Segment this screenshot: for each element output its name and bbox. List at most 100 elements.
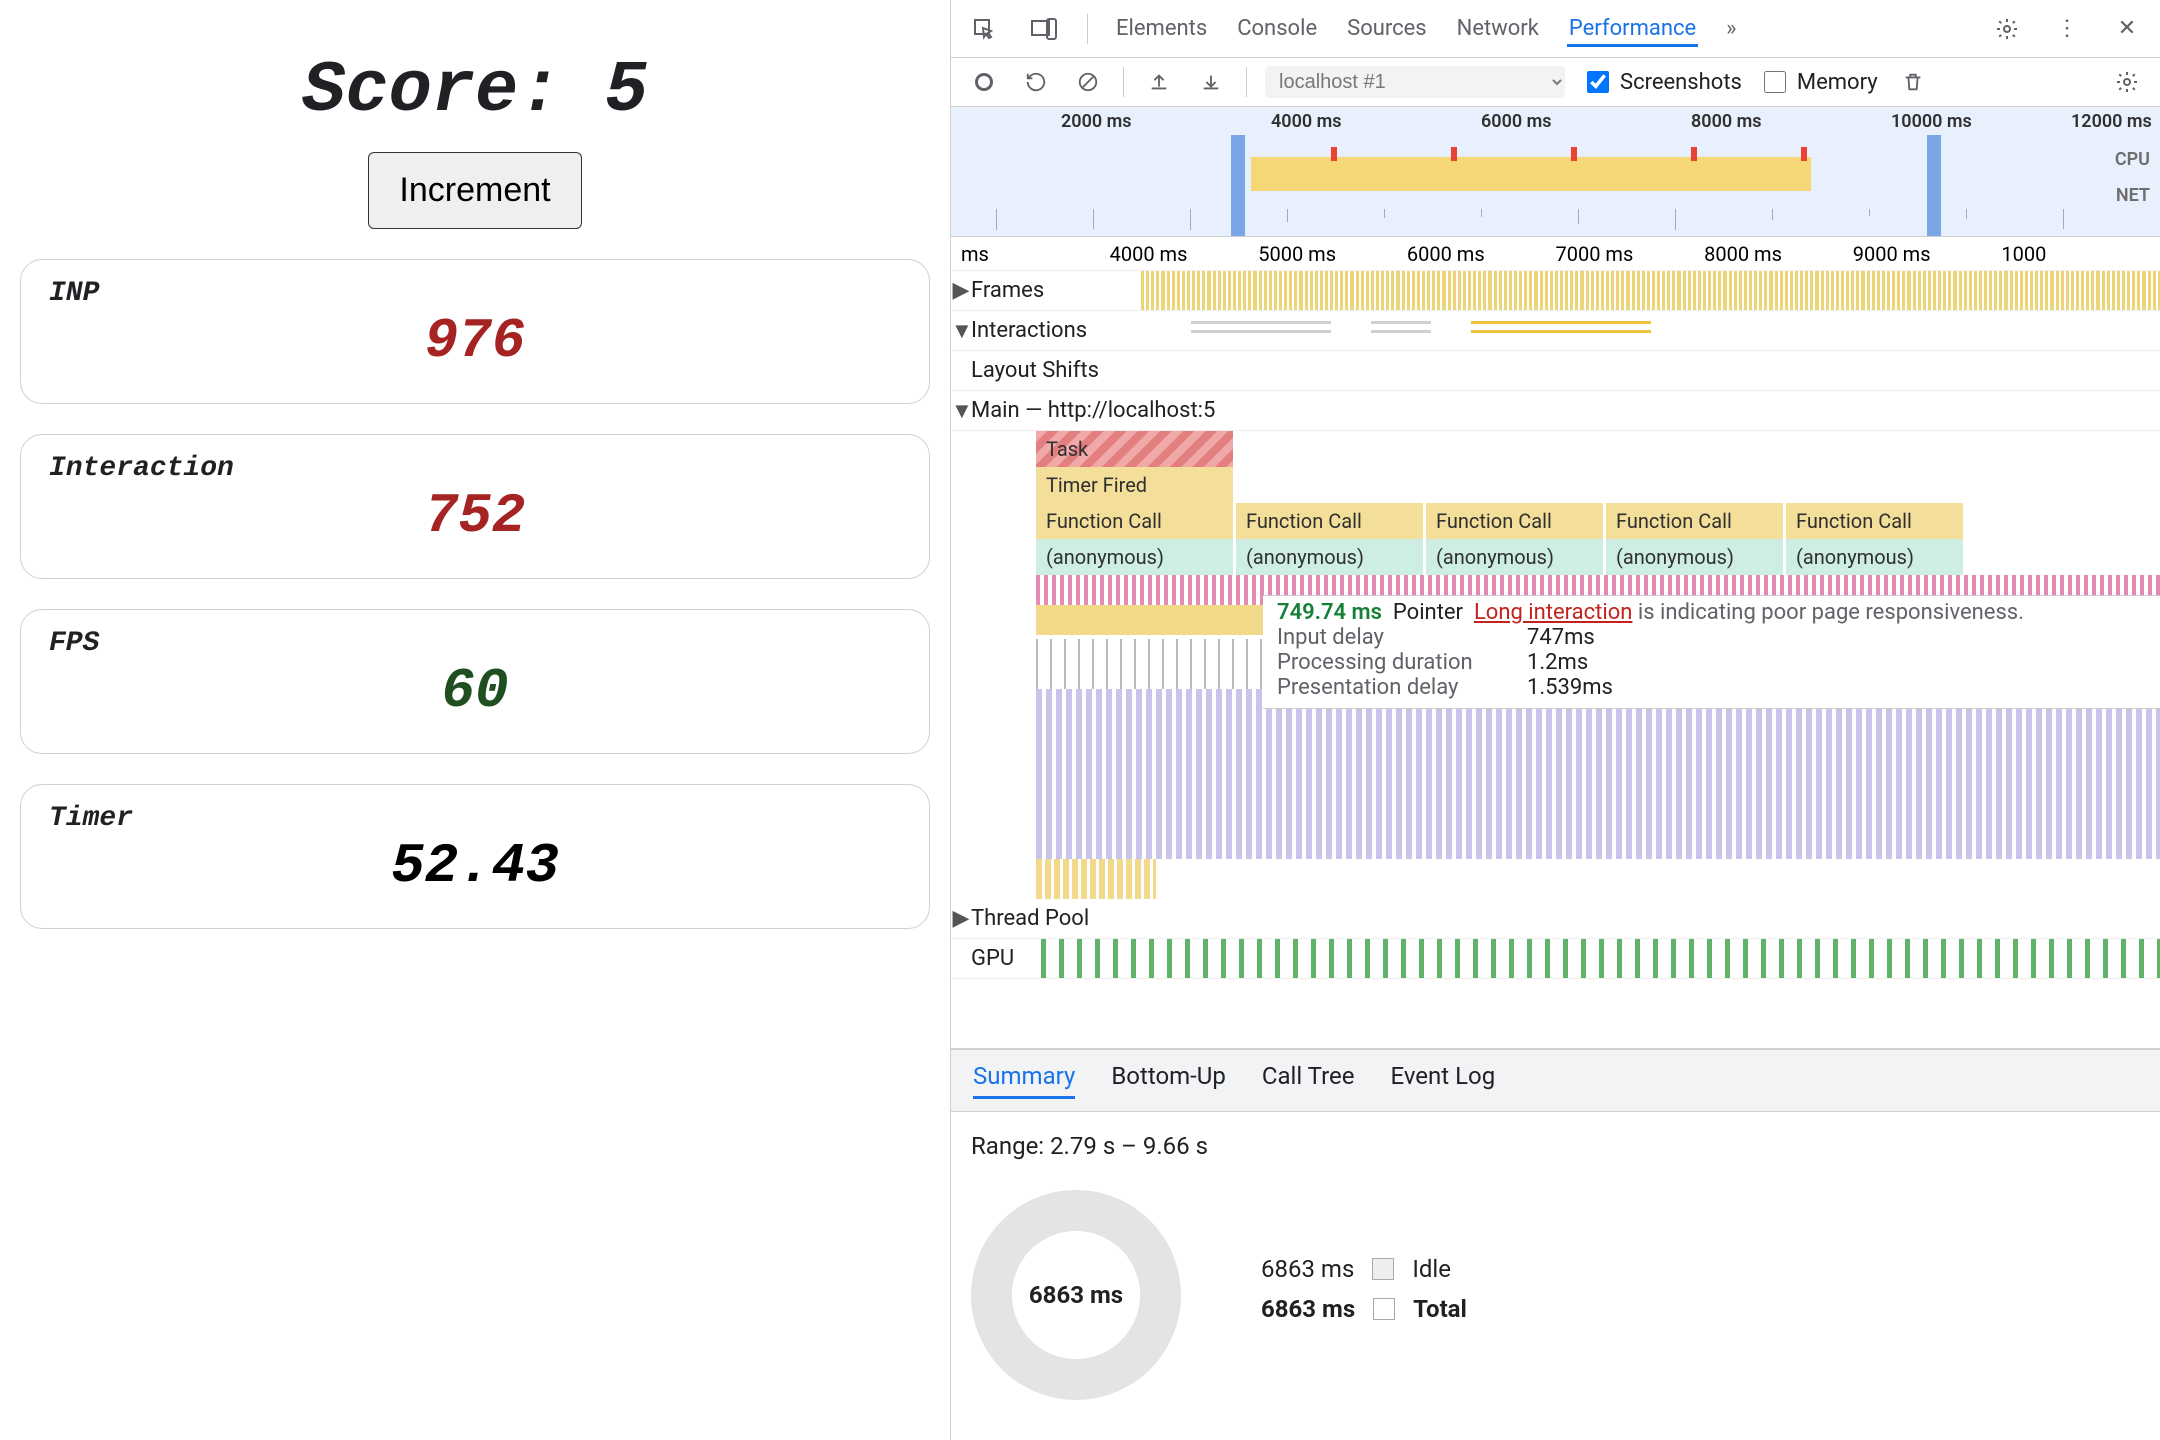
expand-icon[interactable]: ▶ (951, 278, 971, 303)
flame-timer[interactable]: Timer Fired (1036, 467, 1236, 503)
memory-checkbox[interactable]: Memory (1760, 68, 1878, 96)
close-icon[interactable]: ✕ (2110, 13, 2144, 45)
interaction-bar[interactable] (1191, 321, 1331, 333)
gpu-track[interactable]: GPU (951, 939, 2160, 979)
settings-gear-icon[interactable] (1990, 13, 2024, 45)
tab-console[interactable]: Console (1235, 10, 1319, 47)
main-track-header[interactable]: ▼ Main — http://localhost:5 (951, 391, 2160, 431)
screenshot-strip (951, 197, 2160, 237)
interaction-tooltip: 749.74 ms Pointer Long interaction is in… (1263, 595, 2160, 709)
fps-card: FPS 60 (20, 609, 930, 754)
tooltip-link[interactable]: Long interaction (1474, 600, 1632, 625)
gc-icon[interactable] (1896, 66, 1930, 98)
overview-cpu-label: CPU (2115, 149, 2150, 170)
total-time: 6863 ms (1261, 1295, 1355, 1323)
flame-anon[interactable]: (anonymous) (1236, 539, 1426, 575)
flame-fn[interactable]: Function Call (1036, 503, 1236, 539)
interaction-bar[interactable] (1371, 321, 1431, 333)
score-heading: Score: 5 (20, 50, 930, 132)
thread-pool-label: Thread Pool (971, 906, 1141, 931)
details-tab-eventlog[interactable]: Event Log (1390, 1062, 1495, 1099)
flame-row[interactable]: Task (1036, 431, 2160, 467)
timer-card: Timer 52.43 (20, 784, 930, 929)
flame-anon[interactable]: (anonymous) (1036, 539, 1236, 575)
details-tab-calltree[interactable]: Call Tree (1262, 1062, 1355, 1099)
flame-row[interactable]: Function Call Function Call Function Cal… (1036, 503, 2160, 539)
overview-timeline[interactable]: 2000 ms 4000 ms 6000 ms 8000 ms 10000 ms… (951, 107, 2160, 237)
layout-shifts-track[interactable]: Layout Shifts (951, 351, 2160, 391)
flame-row[interactable]: (anonymous) (anonymous) (anonymous) (ano… (1036, 539, 2160, 575)
idle-swatch (1372, 1258, 1394, 1280)
flame-fn[interactable]: Function Call (1786, 503, 1966, 539)
overview-tick: 6000 ms (1481, 111, 1552, 132)
tab-sources[interactable]: Sources (1345, 10, 1429, 47)
long-task-marker (1691, 147, 1697, 161)
collapse-icon[interactable]: ▼ (951, 398, 971, 424)
input-delay-label: Input delay (1277, 625, 1527, 650)
thread-pool-track[interactable]: ▶ Thread Pool (951, 899, 2160, 939)
expand-icon[interactable]: ▶ (951, 906, 971, 931)
donut-value: 6863 ms (1029, 1281, 1123, 1309)
flame-tail (1036, 859, 1156, 899)
tab-elements[interactable]: Elements (1114, 10, 1209, 47)
flame-task[interactable]: Task (1036, 431, 1236, 467)
overview-tick: 12000 ms (2071, 111, 2152, 132)
reload-record-icon[interactable] (1019, 66, 1053, 98)
idle-label: Idle (1412, 1255, 1451, 1283)
details-tab-bottomup[interactable]: Bottom-Up (1111, 1062, 1226, 1099)
timer-label: Timer (49, 803, 901, 834)
flame-fn[interactable]: Function Call (1426, 503, 1606, 539)
flame-anon[interactable]: (anonymous) (1426, 539, 1606, 575)
device-toggle-icon[interactable] (1027, 13, 1061, 45)
cpu-activity (1251, 157, 1811, 191)
flame-fn[interactable]: Function Call (1606, 503, 1786, 539)
screenshots-check-input[interactable] (1587, 71, 1609, 93)
screenshots-check-label: Screenshots (1620, 70, 1742, 95)
inp-card: INP 976 (20, 259, 930, 404)
flame-chart[interactable]: ms 4000 ms 5000 ms 6000 ms 7000 ms 8000 … (951, 237, 2160, 1049)
flame-fn[interactable]: Function Call (1236, 503, 1426, 539)
devtools-tabs: Elements Console Sources Network Perform… (951, 0, 2160, 58)
tab-network[interactable]: Network (1455, 10, 1541, 47)
interactions-track[interactable]: ▼ Interactions (951, 311, 2160, 351)
interaction-card: Interaction 752 (20, 434, 930, 579)
details-tab-summary[interactable]: Summary (973, 1062, 1075, 1099)
summary-legend: 6863 ms Idle 6863 ms Total (1261, 1255, 1467, 1335)
clear-icon[interactable] (1071, 66, 1105, 98)
upload-trace-icon[interactable] (1142, 66, 1176, 98)
frames-track[interactable]: ▶ Frames (951, 271, 2160, 311)
overview-tick: 10000 ms (1891, 111, 1972, 132)
tab-performance[interactable]: Performance (1567, 10, 1698, 47)
ruler-tick: ms (961, 242, 1110, 266)
increment-button[interactable]: Increment (368, 152, 581, 229)
flame-anon[interactable]: (anonymous) (1606, 539, 1786, 575)
divider (1123, 67, 1124, 97)
flame-row[interactable]: Timer Fired (1036, 467, 2160, 503)
screenshots-checkbox[interactable]: Screenshots (1583, 68, 1742, 96)
proc-duration-value: 1.2ms (1527, 650, 1588, 675)
memory-check-input[interactable] (1764, 71, 1786, 93)
ruler-tick: 4000 ms (1110, 242, 1259, 266)
main-label: Main — http://localhost:5 (971, 398, 1271, 423)
interactions-label: Interactions (971, 318, 1141, 343)
perf-toolbar: localhost #1 Screenshots Memory (951, 58, 2160, 107)
flame-anon[interactable]: (anonymous) (1786, 539, 1966, 575)
capture-settings-gear-icon[interactable] (2110, 66, 2144, 98)
tooltip-warning: is indicating poor page responsiveness. (1632, 600, 2024, 625)
interaction-bar-active[interactable] (1471, 321, 1651, 333)
score-label: Score: (302, 50, 604, 132)
record-button[interactable] (967, 66, 1001, 98)
inspect-icon[interactable] (967, 13, 1001, 45)
download-trace-icon[interactable] (1194, 66, 1228, 98)
divider (1087, 14, 1088, 44)
fps-value: 60 (49, 659, 901, 723)
total-label: Total (1413, 1295, 1467, 1323)
collapse-icon[interactable]: ▼ (951, 318, 971, 344)
profile-select[interactable]: localhost #1 (1265, 66, 1565, 98)
total-swatch (1373, 1298, 1395, 1320)
kebab-menu-icon[interactable]: ⋮ (2050, 13, 2084, 45)
app-page: Score: 5 Increment INP 976 Interaction 7… (0, 0, 950, 1440)
divider (1246, 67, 1247, 97)
tab-more[interactable]: » (1724, 10, 1738, 47)
proc-duration-label: Processing duration (1277, 650, 1527, 675)
